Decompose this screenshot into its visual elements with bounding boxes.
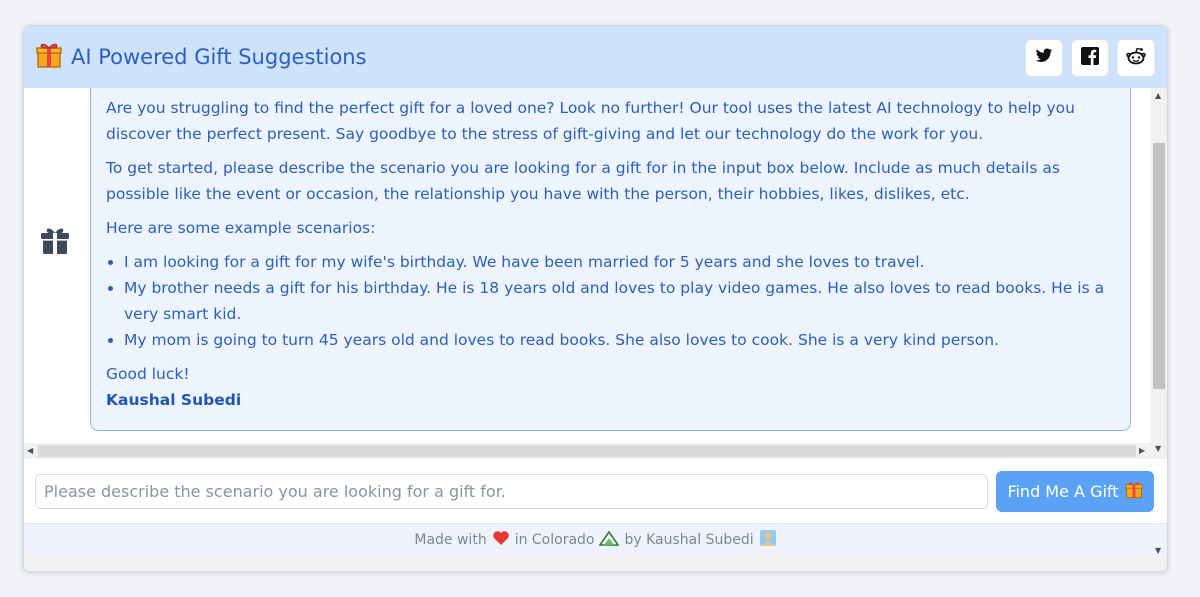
twitter-icon: [1035, 48, 1053, 68]
title-text: AI Powered Gift Suggestions: [71, 45, 367, 69]
chat-area[interactable]: Are you struggling to find the perfect g…: [24, 88, 1151, 459]
scroll-down-icon[interactable]: ▼: [1155, 547, 1161, 555]
scenario-input[interactable]: [35, 474, 988, 509]
header: AI Powered Gift Suggestions: [24, 26, 1167, 88]
person-icon: [759, 529, 777, 551]
list-item: My brother needs a gift for his birthday…: [124, 275, 1115, 327]
find-gift-button[interactable]: Find Me A Gift: [996, 471, 1154, 512]
scroll-left-icon[interactable]: ◀: [27, 447, 33, 455]
app-window: AI Powered Gift Suggestions Are you stru…: [23, 25, 1168, 572]
scrollbar-thumb[interactable]: [38, 445, 1136, 457]
input-bar: Find Me A Gift: [24, 459, 1167, 523]
gift-icon: [36, 41, 62, 74]
list-item: My mom is going to turn 45 years old and…: [124, 327, 1115, 353]
footer-made-with: Made with: [414, 532, 487, 548]
intro-paragraph: Are you struggling to find the perfect g…: [106, 99, 1075, 143]
horizontal-scrollbar[interactable]: ◀ ▶: [24, 443, 1151, 459]
window-bottom-scrollbar: ▼: [24, 547, 1167, 571]
closing-text: Good luck!: [106, 365, 190, 383]
list-item: I am looking for a gift for my wife's bi…: [124, 249, 1115, 275]
twitter-button[interactable]: [1025, 39, 1063, 77]
message-bubble: Are you struggling to find the perfect g…: [90, 88, 1131, 431]
reddit-icon: [1126, 47, 1146, 69]
vertical-scrollbar[interactable]: ▲ ▼: [1151, 88, 1167, 459]
author-name: Kaushal Subedi: [106, 391, 242, 409]
scroll-down-icon[interactable]: ▼: [1155, 445, 1161, 453]
footer-location: in Colorado: [514, 532, 595, 548]
facebook-button[interactable]: [1071, 39, 1109, 77]
reddit-button[interactable]: [1117, 39, 1155, 77]
examples-heading: Here are some example scenarios:: [106, 219, 376, 237]
scroll-up-icon[interactable]: ▲: [1155, 92, 1161, 100]
scroll-right-icon[interactable]: ▶: [1139, 447, 1145, 455]
mountain-icon: [598, 530, 621, 550]
page-title: AI Powered Gift Suggestions: [36, 41, 367, 73]
examples-list: I am looking for a gift for my wife's bi…: [106, 249, 1115, 353]
facebook-icon: [1081, 47, 1099, 69]
bot-avatar: [40, 225, 70, 259]
gift-icon: [1124, 480, 1143, 503]
scrollbar-thumb[interactable]: [1153, 143, 1165, 389]
button-label: Find Me A Gift: [1007, 482, 1119, 501]
instructions-paragraph: To get started, please describe the scen…: [106, 159, 1060, 203]
footer: Made with in Colorado by Kaushal Subedi: [24, 523, 1167, 556]
gift-icon: [40, 228, 70, 259]
heart-icon: [492, 530, 510, 550]
footer-by: by Kaushal Subedi: [624, 532, 754, 548]
